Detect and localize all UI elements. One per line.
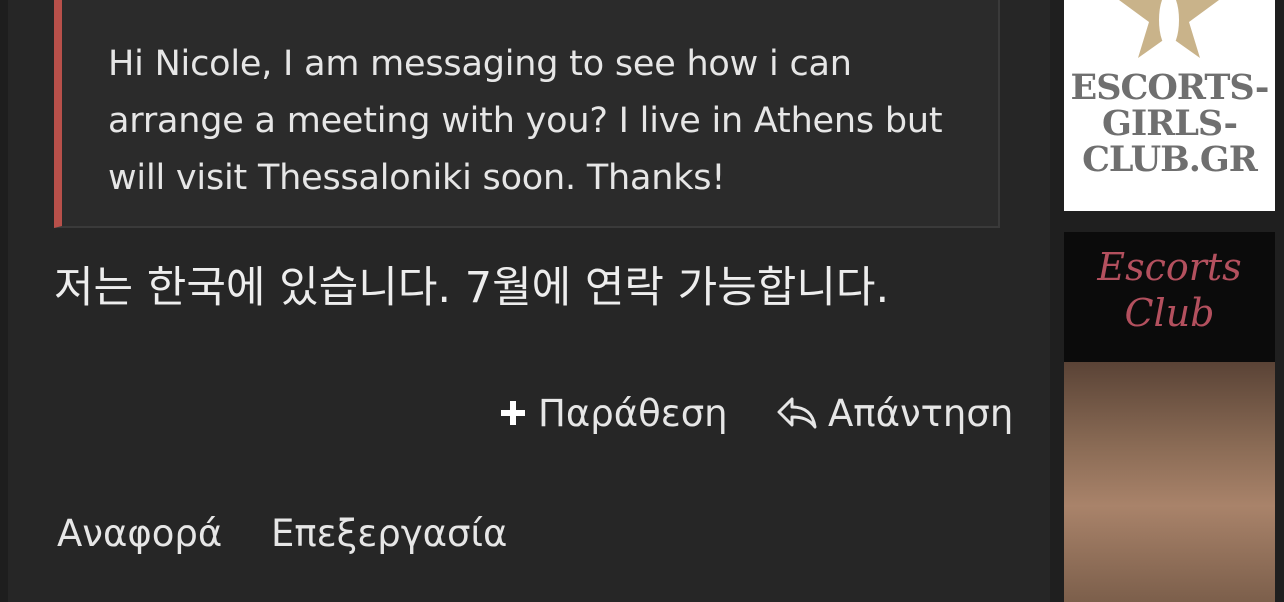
ad2-line-2: Club: [1124, 291, 1215, 335]
quoted-message: Hi Nicole, I am messaging to see how i c…: [54, 0, 1000, 228]
quote-button[interactable]: Παράθεση: [498, 386, 728, 440]
ad-banner-header: Escorts Club: [1064, 232, 1275, 362]
ad-line-3: CLUB.GR: [1082, 139, 1258, 180]
sidebar: ESCORTS- GIRLS- CLUB.GR Escorts Club: [1050, 0, 1284, 602]
reply-button[interactable]: Απάντηση: [776, 386, 1013, 440]
ad-line-1: ESCORTS-: [1070, 67, 1270, 108]
post-message: 저는 한국에 있습니다. 7월에 연락 가능합니다.: [54, 263, 890, 313]
ad-banner-escorts-club[interactable]: Escorts Club: [1064, 232, 1275, 602]
ad-banner-photo: [1064, 362, 1275, 602]
ad-banner-script-text: Escorts Club: [1064, 244, 1275, 336]
ad2-line-1: Escorts: [1097, 245, 1242, 289]
ad-line-2: GIRLS-: [1101, 103, 1238, 144]
ad-banner-text: ESCORTS- GIRLS- CLUB.GR: [1064, 70, 1275, 178]
plus-icon: [498, 398, 528, 428]
quote-button-label: Παράθεση: [538, 391, 728, 435]
star-logo-icon: [1114, 0, 1224, 74]
left-gutter: [0, 0, 8, 602]
forum-post: Hi Nicole, I am messaging to see how i c…: [8, 0, 1050, 602]
report-link[interactable]: Αναφορά: [57, 512, 222, 555]
edit-link[interactable]: Επεξεργασία: [271, 512, 507, 555]
reply-button-label: Απάντηση: [828, 391, 1014, 435]
quote-text: Hi Nicole, I am messaging to see how i c…: [108, 44, 943, 198]
ad-banner-escorts-girls-club[interactable]: ESCORTS- GIRLS- CLUB.GR: [1064, 0, 1275, 211]
reply-icon: [776, 395, 818, 431]
